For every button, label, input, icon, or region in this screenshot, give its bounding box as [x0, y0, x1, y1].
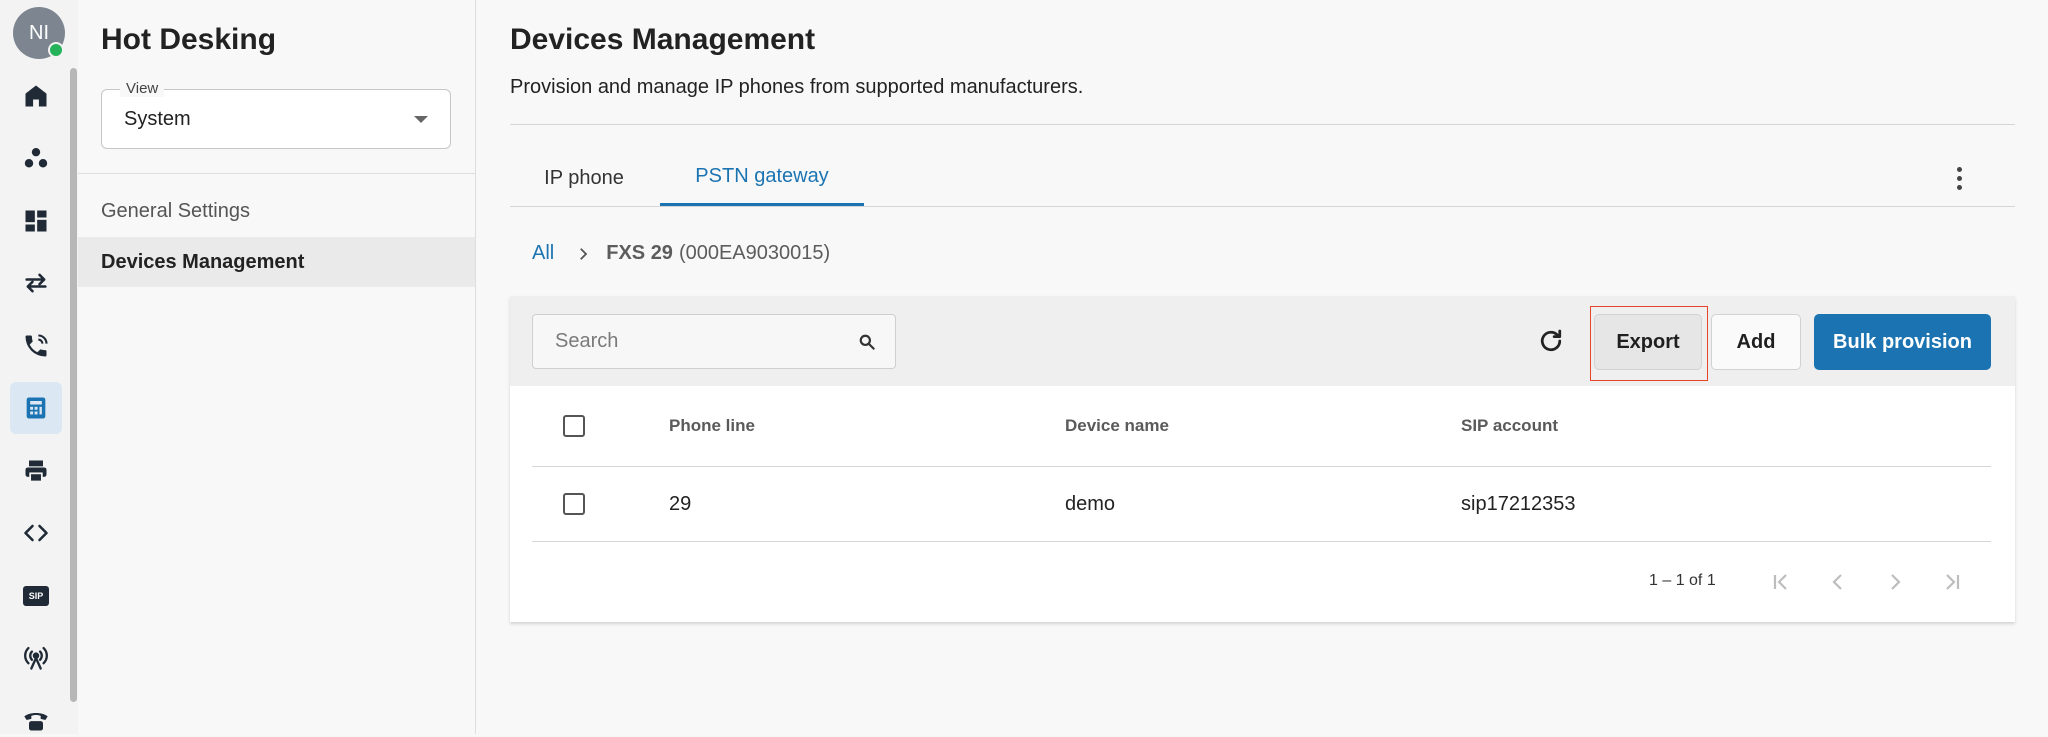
select-all-checkbox[interactable]: [563, 415, 585, 437]
sip-icon[interactable]: SIP: [19, 579, 53, 613]
pagination: 1 – 1 of 1: [510, 542, 2015, 622]
sidebar-item-general-settings[interactable]: General Settings: [78, 186, 475, 236]
groups-icon[interactable]: [19, 141, 53, 175]
sip-label: SIP: [23, 586, 49, 606]
export-button[interactable]: Export: [1594, 314, 1702, 370]
add-button[interactable]: Add: [1711, 314, 1801, 370]
column-header-phone-line[interactable]: Phone line: [669, 386, 755, 466]
breadcrumb: All FXS 29 (000EA9030015): [532, 242, 830, 265]
rail-scrollbar[interactable]: [70, 68, 77, 702]
more-options-icon[interactable]: [1943, 162, 1975, 194]
home-icon[interactable]: [19, 79, 53, 113]
page-subtitle: Provision and manage IP phones from supp…: [510, 76, 1084, 98]
column-header-device-name[interactable]: Device name: [1065, 386, 1169, 466]
previous-page-icon[interactable]: [1824, 568, 1852, 596]
search-placeholder: Search: [555, 330, 619, 352]
breadcrumb-all-link[interactable]: All: [532, 242, 554, 265]
tab-ip-phone[interactable]: IP phone: [510, 150, 658, 206]
tab-label: PSTN gateway: [695, 165, 829, 187]
cell-phone-line: 29: [669, 492, 692, 515]
desk-phone-icon[interactable]: [10, 382, 62, 434]
sidebar-divider: [78, 173, 475, 174]
table-toolbar: Search Export Add Bulk provision: [510, 296, 2015, 386]
tab-label: IP phone: [544, 166, 624, 189]
main-content: Devices Management Provision and manage …: [510, 0, 2015, 734]
refresh-icon[interactable]: [1536, 326, 1566, 356]
column-header-sip-account[interactable]: SIP account: [1461, 386, 1558, 466]
last-page-icon[interactable]: [1938, 568, 1966, 596]
table-header: Phone line Device name SIP account: [532, 386, 1991, 467]
view-select[interactable]: View System: [101, 80, 451, 149]
tab-pstn-gateway[interactable]: PSTN gateway: [660, 150, 864, 206]
dashboard-icon[interactable]: [19, 204, 53, 238]
breadcrumb-device-id: (000EA9030015): [678, 242, 831, 264]
page-title: Devices Management: [510, 23, 816, 56]
bulk-provision-button[interactable]: Bulk provision: [1814, 314, 1991, 370]
add-button-label: Add: [1736, 330, 1776, 353]
chevron-right-icon: [574, 245, 592, 263]
sidebar-title: Hot Desking: [101, 23, 277, 56]
sidebar-item-label: General Settings: [101, 199, 250, 222]
table-row[interactable]: 29 demo sip17212353: [532, 467, 1991, 542]
cell-sip-account: sip17212353: [1461, 492, 1576, 515]
bulk-provision-label: Bulk provision: [1833, 330, 1972, 353]
search-icon: [859, 334, 875, 350]
breadcrumb-device-name: FXS 29: [606, 242, 673, 264]
tab-bar: IP phone PSTN gateway: [510, 150, 2015, 207]
icon-rail: NI SIP: [0, 0, 78, 734]
antenna-icon[interactable]: [19, 641, 53, 675]
cell-device-name: demo: [1065, 492, 1116, 515]
call-transfer-icon[interactable]: [19, 266, 53, 300]
next-page-icon[interactable]: [1881, 568, 1909, 596]
telephone-icon[interactable]: [19, 703, 53, 737]
avatar-initials: NI: [29, 21, 49, 44]
view-select-value: System: [124, 108, 191, 130]
row-checkbox[interactable]: [563, 493, 585, 515]
export-button-label: Export: [1616, 330, 1680, 353]
first-page-icon[interactable]: [1767, 568, 1795, 596]
settings-sidebar: Hot Desking View System General Settings…: [78, 0, 476, 734]
phone-call-icon[interactable]: [19, 329, 53, 363]
sidebar-item-label: Devices Management: [101, 250, 305, 273]
online-status-dot: [48, 42, 64, 58]
printer-icon[interactable]: [19, 454, 53, 488]
pagination-range: 1 – 1 of 1: [1649, 572, 1716, 589]
search-input[interactable]: Search: [532, 314, 896, 369]
dropdown-arrow-icon: [414, 116, 428, 123]
header-divider: [510, 124, 2015, 125]
view-select-label: View: [120, 80, 165, 97]
sidebar-item-devices-management[interactable]: Devices Management: [78, 237, 475, 287]
devices-card: Search Export Add Bulk provision Phone l…: [510, 296, 2015, 622]
code-icon[interactable]: [19, 516, 53, 550]
